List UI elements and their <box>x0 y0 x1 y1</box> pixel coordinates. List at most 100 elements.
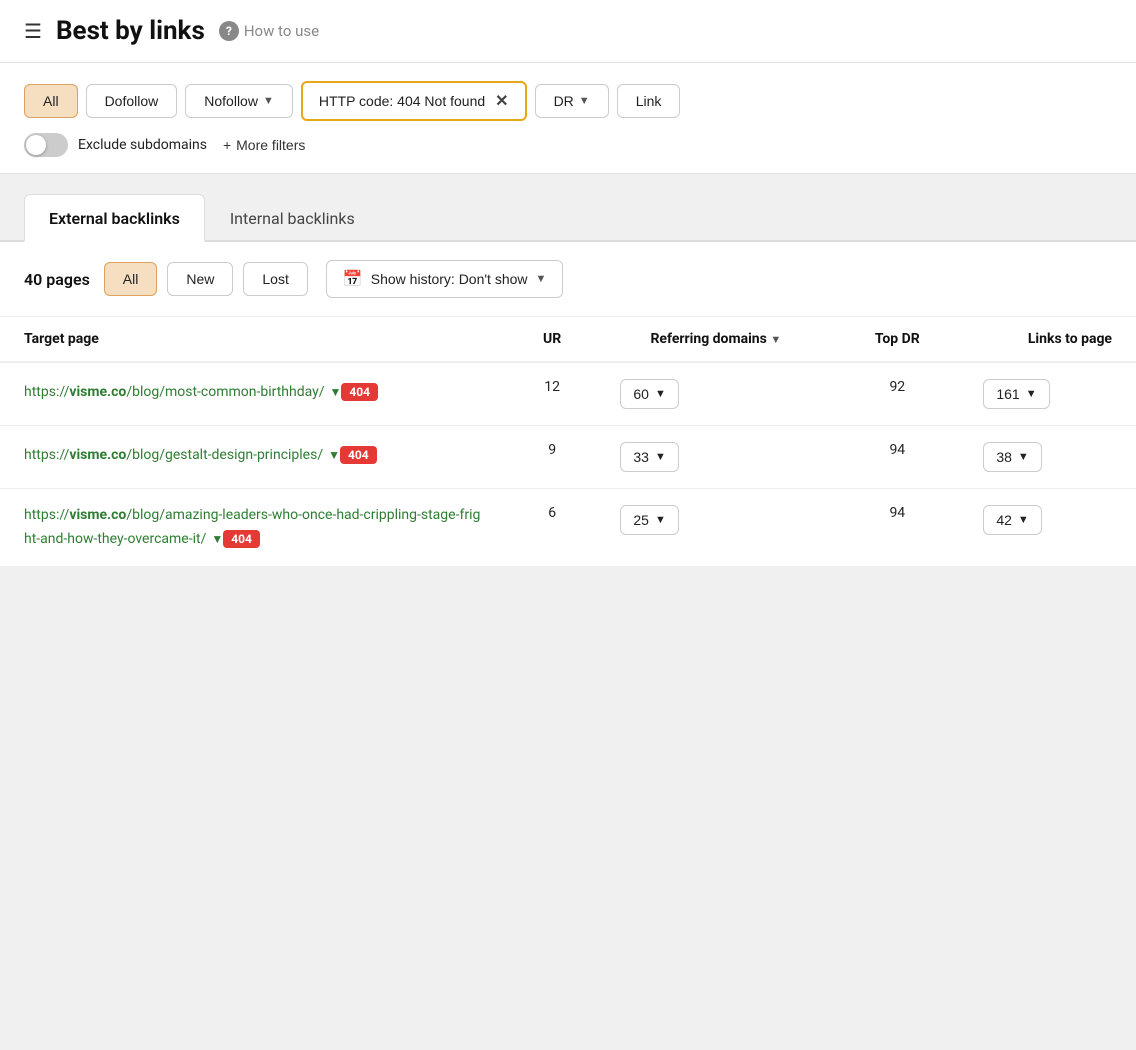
http-code-filter-button[interactable]: HTTP code: 404 Not found ✕ <box>301 81 527 121</box>
table-header-row: Target page UR Referring domains ▼ Top D… <box>0 317 1136 362</box>
dofollow-filter-button[interactable]: Dofollow <box>86 84 178 118</box>
dr-label: DR <box>554 93 574 109</box>
top-dr-value: 94 <box>835 426 959 489</box>
target-page-cell: https://visme.co/blog/gestalt-design-pri… <box>0 426 508 489</box>
filter-row-1: All Dofollow Nofollow ▼ HTTP code: 404 N… <box>24 81 1112 121</box>
referring-domains-cell: 25 ▼ <box>596 489 835 567</box>
referring-domains-arrow-icon: ▼ <box>655 514 666 526</box>
links-to-page-arrow-icon: ▼ <box>1026 388 1037 400</box>
ur-value: 12 <box>508 362 596 426</box>
links-to-page-cell: 42 ▼ <box>959 489 1136 567</box>
links-to-page-cell: 161 ▼ <box>959 362 1136 426</box>
status-badge: 404 <box>340 446 377 464</box>
filter-bar: All Dofollow Nofollow ▼ HTTP code: 404 N… <box>0 63 1136 174</box>
nofollow-dropdown-arrow: ▼ <box>263 95 274 107</box>
url-path: /blog/most-common-birthhday/ <box>126 384 324 400</box>
status-badge: 404 <box>341 383 378 401</box>
more-filters-button[interactable]: + More filters <box>215 133 313 157</box>
data-table: Target page UR Referring domains ▼ Top D… <box>0 317 1136 566</box>
help-icon: ? <box>219 21 239 41</box>
url-domain: visme.co <box>69 384 126 400</box>
tabs-container: External backlinks Internal backlinks <box>0 194 1136 242</box>
how-to-use-link[interactable]: ? How to use <box>219 21 319 41</box>
links-to-page-arrow-icon: ▼ <box>1018 514 1029 526</box>
exclude-subdomains-label: Exclude subdomains <box>78 137 207 153</box>
referring-domains-cell: 33 ▼ <box>596 426 835 489</box>
sub-all-button[interactable]: All <box>104 262 158 296</box>
referring-domains-sort-icon: ▼ <box>770 333 781 346</box>
referring-domains-dropdown-button[interactable]: 60 ▼ <box>620 379 678 409</box>
dr-filter-button[interactable]: DR ▼ <box>535 84 609 118</box>
links-to-page-dropdown-button[interactable]: 161 ▼ <box>983 379 1049 409</box>
more-filters-label: More filters <box>236 137 305 153</box>
main-content: External backlinks Internal backlinks 40… <box>0 174 1136 566</box>
target-page-cell: https://visme.co/blog/most-common-birthh… <box>0 362 508 426</box>
nofollow-filter-button[interactable]: Nofollow ▼ <box>185 84 293 118</box>
table-row: https://visme.co/blog/gestalt-design-pri… <box>0 426 1136 489</box>
exclude-subdomains-toggle[interactable] <box>24 133 68 157</box>
ur-value: 6 <box>508 489 596 567</box>
col-links-to-page: Links to page <box>959 317 1136 362</box>
exclude-subdomains-toggle-wrap: Exclude subdomains <box>24 133 207 157</box>
url-prefix: https:// <box>24 507 69 523</box>
col-top-dr: Top DR <box>835 317 959 362</box>
dr-dropdown-arrow: ▼ <box>579 95 590 107</box>
link-filter-button[interactable]: Link <box>617 84 681 118</box>
http-code-close-icon[interactable]: ✕ <box>495 91 508 111</box>
links-to-page-dropdown-button[interactable]: 42 ▼ <box>983 505 1041 535</box>
referring-domains-arrow-icon: ▼ <box>655 388 666 400</box>
referring-domains-value: 33 <box>633 449 649 465</box>
links-to-page-dropdown-button[interactable]: 38 ▼ <box>983 442 1041 472</box>
status-badge: 404 <box>223 530 260 548</box>
target-page-link[interactable]: https://visme.co/blog/most-common-birthh… <box>24 384 341 400</box>
sub-lost-button[interactable]: Lost <box>243 262 307 296</box>
how-to-use-label: How to use <box>244 22 319 40</box>
tab-internal-backlinks[interactable]: Internal backlinks <box>205 194 380 240</box>
plus-icon: + <box>223 137 231 153</box>
url-dropdown-arrow-icon[interactable]: ▼ <box>327 385 342 399</box>
col-target-page: Target page <box>0 317 508 362</box>
tab-external-backlinks[interactable]: External backlinks <box>24 194 205 242</box>
nofollow-label: Nofollow <box>204 93 258 109</box>
referring-domains-cell: 60 ▼ <box>596 362 835 426</box>
referring-domains-dropdown-button[interactable]: 25 ▼ <box>620 505 678 535</box>
show-history-dropdown-arrow: ▼ <box>536 273 547 285</box>
header: ☰ Best by links ? How to use <box>0 0 1136 63</box>
col-ur: UR <box>508 317 596 362</box>
url-domain: visme.co <box>69 447 126 463</box>
col-referring-domains[interactable]: Referring domains ▼ <box>596 317 835 362</box>
table-row: https://visme.co/blog/most-common-birthh… <box>0 362 1136 426</box>
url-domain: visme.co <box>69 507 126 523</box>
hamburger-icon[interactable]: ☰ <box>24 19 42 43</box>
referring-domains-value: 60 <box>633 386 649 402</box>
url-path: /blog/gestalt-design-principles/ <box>126 447 323 463</box>
table-area: 40 pages All New Lost 📅 Show history: Do… <box>0 242 1136 566</box>
link-label: Link <box>636 93 662 109</box>
sub-new-button[interactable]: New <box>167 262 233 296</box>
links-to-page-value: 42 <box>996 512 1012 528</box>
url-prefix: https:// <box>24 447 69 463</box>
all-filter-button[interactable]: All <box>24 84 78 118</box>
target-page-link[interactable]: https://visme.co/blog/gestalt-design-pri… <box>24 447 340 463</box>
referring-domains-dropdown-button[interactable]: 33 ▼ <box>620 442 678 472</box>
referring-domains-arrow-icon: ▼ <box>655 451 666 463</box>
top-dr-value: 92 <box>835 362 959 426</box>
links-to-page-arrow-icon: ▼ <box>1018 451 1029 463</box>
links-to-page-value: 161 <box>996 386 1019 402</box>
target-page-cell: https://visme.co/blog/amazing-leaders-wh… <box>0 489 508 567</box>
calendar-icon: 📅 <box>343 269 363 289</box>
page-title: Best by links <box>56 16 205 46</box>
http-code-label: HTTP code: 404 Not found <box>319 93 485 109</box>
show-history-label: Show history: Don't show <box>371 271 528 287</box>
ur-value: 9 <box>508 426 596 489</box>
top-dr-value: 94 <box>835 489 959 567</box>
pages-count: 40 pages <box>24 270 90 289</box>
links-to-page-cell: 38 ▼ <box>959 426 1136 489</box>
table-row: https://visme.co/blog/amazing-leaders-wh… <box>0 489 1136 567</box>
sub-filter-bar: 40 pages All New Lost 📅 Show history: Do… <box>0 242 1136 317</box>
url-dropdown-arrow-icon[interactable]: ▼ <box>325 448 340 462</box>
show-history-button[interactable]: 📅 Show history: Don't show ▼ <box>326 260 564 298</box>
url-dropdown-arrow-icon[interactable]: ▼ <box>208 532 223 546</box>
links-to-page-value: 38 <box>996 449 1012 465</box>
url-prefix: https:// <box>24 384 69 400</box>
